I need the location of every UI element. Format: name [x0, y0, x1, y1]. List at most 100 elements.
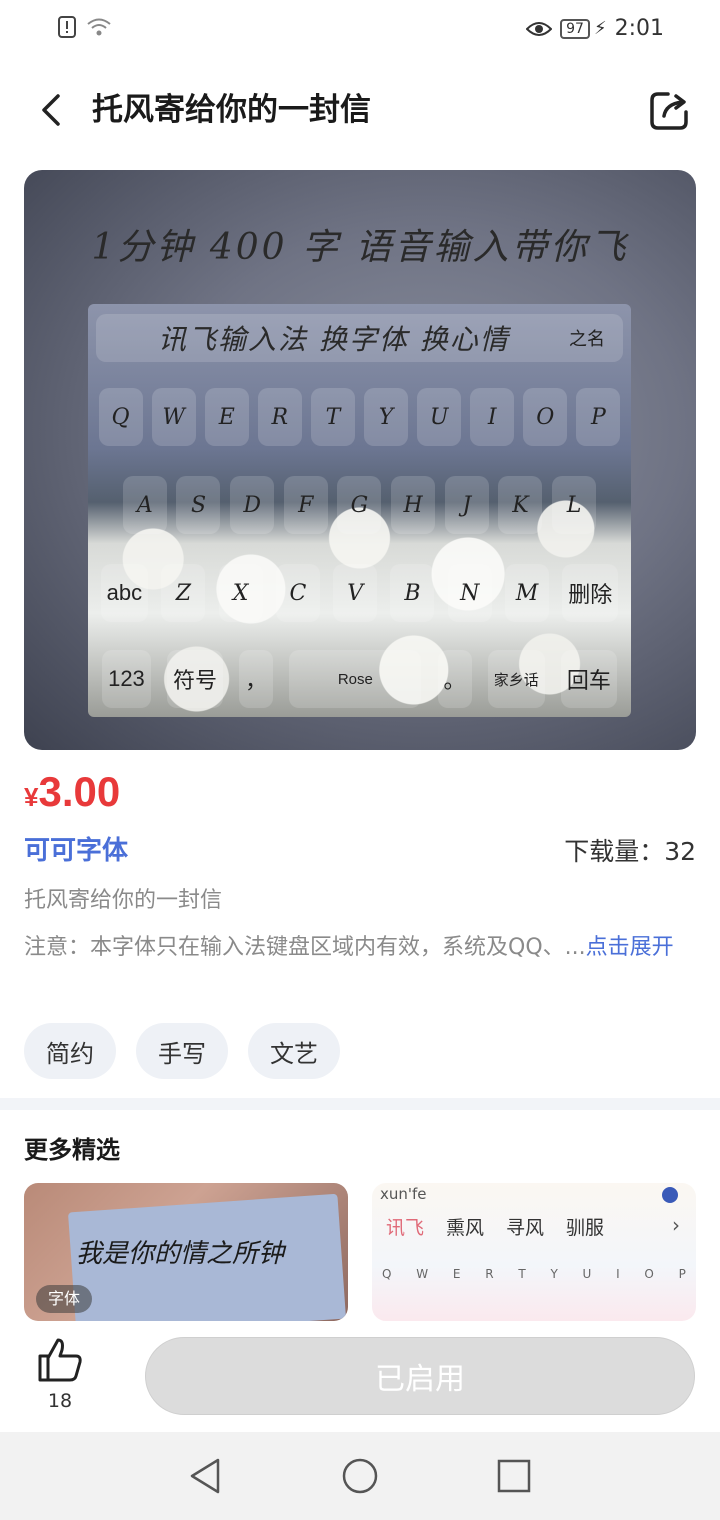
- keyboard-preview: 讯飞输入法 换字体 换心情 之名 Q W E R T Y U I O P A S…: [88, 304, 631, 717]
- eye-icon: [526, 21, 553, 36]
- bottom-action-bar: 18 已启用: [0, 1322, 720, 1432]
- key-symbols: 符号: [166, 650, 223, 708]
- key: R: [257, 388, 302, 446]
- like-count: 18: [47, 1390, 73, 1412]
- candidate-word: 寻风: [506, 1217, 545, 1239]
- key: W: [416, 1267, 429, 1281]
- author-link[interactable]: 可可字体: [24, 830, 128, 867]
- key: T: [518, 1267, 526, 1281]
- key: U: [417, 388, 462, 446]
- key: Y: [364, 388, 409, 446]
- key: R: [485, 1267, 494, 1281]
- status-bar: 97 ⚡ 2:01: [0, 0, 720, 62]
- nav-recent-icon[interactable]: [494, 1456, 534, 1496]
- section-divider: [0, 1098, 720, 1110]
- key: X: [218, 564, 263, 622]
- key-comma: ，: [239, 650, 274, 708]
- key: N: [447, 564, 492, 622]
- candidate-word: 讯飞: [386, 1217, 425, 1239]
- tag-list: 简约 手写 文艺: [24, 1023, 340, 1079]
- nav-back-icon[interactable]: [186, 1456, 226, 1496]
- key: Q: [98, 388, 143, 446]
- download-count: 下载量：32: [564, 837, 696, 866]
- key-enter: 回车: [560, 650, 617, 708]
- key: T: [310, 388, 355, 446]
- notice-body: 注意：本字体只在输入法键盘区域内有效，系统及QQ、...: [24, 935, 586, 960]
- tag-chip[interactable]: 手写: [136, 1023, 228, 1079]
- key: P: [678, 1267, 686, 1281]
- keyboard-row-4: 123 符号 ， Rose 。 家乡话 回车: [88, 650, 631, 708]
- wifi-icon: [87, 18, 111, 36]
- key: H: [391, 476, 436, 534]
- enabled-button[interactable]: 已启用: [145, 1337, 695, 1415]
- nav-home-icon[interactable]: [340, 1456, 380, 1496]
- key: C: [275, 564, 320, 622]
- candidate-word: 熏风: [446, 1217, 485, 1239]
- key: K: [498, 476, 543, 534]
- clock: 2:01: [614, 16, 664, 41]
- keyboard-row-3: abc Z X C V B N M 删除: [88, 564, 631, 622]
- chevron-right-icon: ›: [672, 1213, 680, 1237]
- key: O: [523, 388, 568, 446]
- key: E: [204, 388, 249, 446]
- keyboard-candidate-bar: 讯飞输入法 换字体 换心情 之名: [96, 314, 623, 362]
- banner-slogan: 1分钟 400 字 语音输入带你飞: [91, 227, 629, 268]
- card-type-badge: 字体: [36, 1285, 93, 1313]
- header: 托风寄给你的一封信: [0, 70, 720, 150]
- key: O: [644, 1267, 654, 1281]
- key: L: [552, 476, 597, 534]
- key: J: [444, 476, 489, 534]
- key: V: [333, 564, 378, 622]
- key: F: [283, 476, 328, 534]
- key: P: [576, 388, 621, 446]
- price-value: 3.00: [38, 768, 121, 815]
- key: I: [616, 1267, 620, 1281]
- battery-indicator: 97 ⚡: [560, 18, 607, 39]
- avatar-icon: [662, 1187, 678, 1203]
- page-title: 托风寄给你的一封信: [92, 92, 371, 128]
- card-preview-text: 我是你的情之所钟: [76, 1239, 285, 1269]
- key: Y: [550, 1267, 558, 1281]
- key-abc: abc: [100, 564, 149, 622]
- tag-chip[interactable]: 简约: [24, 1023, 116, 1079]
- key-space: Rose: [289, 650, 422, 708]
- key-123: 123: [102, 650, 151, 708]
- tag-chip[interactable]: 文艺: [248, 1023, 340, 1079]
- recommend-card[interactable]: xun'fe 讯飞 熏风 寻风 驯服 › Q W E R T Y U I O P: [372, 1183, 696, 1321]
- key-dialect: 家乡话: [487, 650, 545, 708]
- back-arrow-icon[interactable]: [30, 88, 74, 132]
- system-nav-bar: [0, 1432, 720, 1520]
- key: M: [504, 564, 549, 622]
- keyboard-row-1: Q W E R T Y U I O P: [88, 388, 631, 446]
- card-keyboard-letters: Q W E R T Y U I O P: [382, 1267, 686, 1281]
- key: A: [122, 476, 167, 534]
- font-preview-banner: 1分钟 400 字 语音输入带你飞 讯飞输入法 换字体 换心情 之名 Q W E…: [24, 170, 696, 750]
- key: I: [470, 388, 515, 446]
- price: ¥3.00: [24, 768, 120, 816]
- keyboard-row-2: A S D F G H J K L: [88, 476, 631, 534]
- more-section-title: 更多精选: [24, 1136, 120, 1164]
- key-delete: 删除: [562, 564, 619, 622]
- candidate-word: 驯服: [566, 1217, 605, 1239]
- key: Z: [161, 564, 206, 622]
- key: U: [582, 1267, 592, 1281]
- alert-icon: [58, 16, 76, 38]
- key: W: [151, 388, 196, 446]
- font-description: 托风寄给你的一封信: [24, 888, 223, 913]
- recommend-card[interactable]: 我是你的情之所钟 字体: [24, 1183, 348, 1321]
- expand-link[interactable]: 点击展开: [586, 935, 674, 960]
- card-pinyin: xun'fe: [380, 1185, 427, 1203]
- key: B: [390, 564, 435, 622]
- keyboard-bar-text: 讯飞输入法 换字体 换心情: [158, 323, 510, 356]
- price-currency: ¥: [24, 782, 39, 812]
- key: D: [230, 476, 275, 534]
- notice-text: 注意：本字体只在输入法键盘区域内有效，系统及QQ、...点击展开: [24, 926, 696, 970]
- key: E: [452, 1267, 461, 1281]
- key: S: [176, 476, 221, 534]
- key: Q: [382, 1267, 392, 1281]
- battery-level: 97: [560, 18, 590, 39]
- thumbs-up-icon[interactable]: [36, 1336, 84, 1384]
- keyboard-bar-label: 之名: [569, 329, 605, 350]
- share-icon[interactable]: [646, 86, 694, 134]
- key-period: 。: [437, 650, 472, 708]
